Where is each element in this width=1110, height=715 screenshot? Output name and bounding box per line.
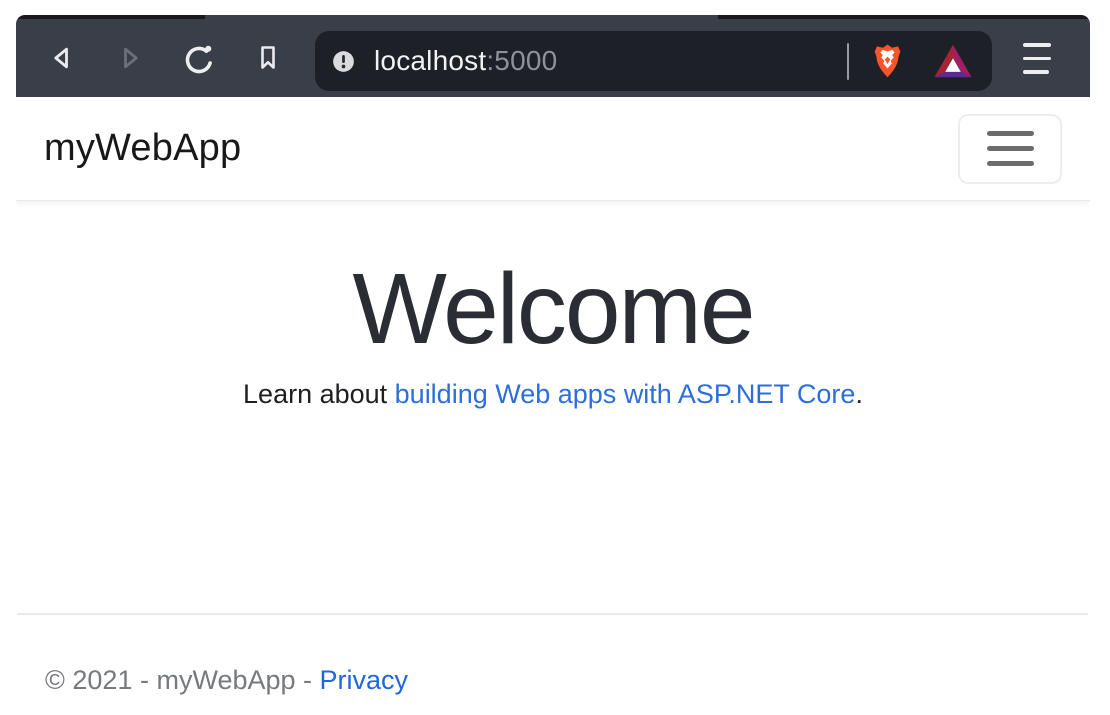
url-host: localhost xyxy=(374,45,486,76)
url-port: :5000 xyxy=(486,45,557,76)
browser-toolbar: localhost:5000 xyxy=(16,19,1090,97)
address-bar[interactable]: localhost:5000 xyxy=(315,31,992,91)
navbar-toggler-icon xyxy=(987,131,1034,136)
subtitle-prefix: Learn about xyxy=(243,379,395,409)
site-info-button[interactable] xyxy=(332,50,355,73)
brave-shields-button[interactable] xyxy=(872,43,903,79)
hamburger-icon xyxy=(1023,57,1051,61)
subtitle-suffix: . xyxy=(855,379,863,409)
browser-menu-button[interactable] xyxy=(1023,43,1051,74)
forward-button[interactable] xyxy=(114,42,146,74)
site-footer: © 2021 - myWebApp - Privacy xyxy=(17,613,1088,696)
hamburger-icon xyxy=(1023,70,1049,74)
subtitle: Learn about building Web apps with ASP.N… xyxy=(16,379,1090,410)
bat-triangle-icon xyxy=(933,44,973,78)
aspnet-docs-link[interactable]: building Web apps with ASP.NET Core xyxy=(395,379,856,409)
reload-icon xyxy=(181,65,217,80)
page-title: Welcome xyxy=(16,259,1090,359)
site-navbar: myWebApp xyxy=(16,97,1090,201)
back-button[interactable] xyxy=(46,42,78,74)
reload-button[interactable] xyxy=(181,41,217,77)
brave-lion-icon xyxy=(872,43,903,79)
exclamation-circle-icon xyxy=(332,50,355,73)
url-text: localhost:5000 xyxy=(374,45,557,77)
copyright-text: © 2021 - myWebApp - xyxy=(45,665,320,695)
navbar-toggler-button[interactable] xyxy=(958,114,1062,184)
hero-section: Welcome Learn about building Web apps wi… xyxy=(16,201,1090,410)
browser-window: localhost:5000 xyxy=(16,15,1090,715)
navbar-brand[interactable]: myWebApp xyxy=(44,127,241,170)
forward-icon xyxy=(114,62,146,77)
navbar-toggler-icon xyxy=(987,146,1034,151)
privacy-link[interactable]: Privacy xyxy=(320,665,409,695)
bookmark-icon xyxy=(252,62,284,77)
hamburger-icon xyxy=(1023,43,1051,47)
urlbar-divider xyxy=(847,43,849,80)
back-icon xyxy=(46,62,78,77)
bookmark-button[interactable] xyxy=(252,42,284,74)
navbar-toggler-icon xyxy=(987,161,1034,166)
brave-rewards-button[interactable] xyxy=(933,44,973,78)
